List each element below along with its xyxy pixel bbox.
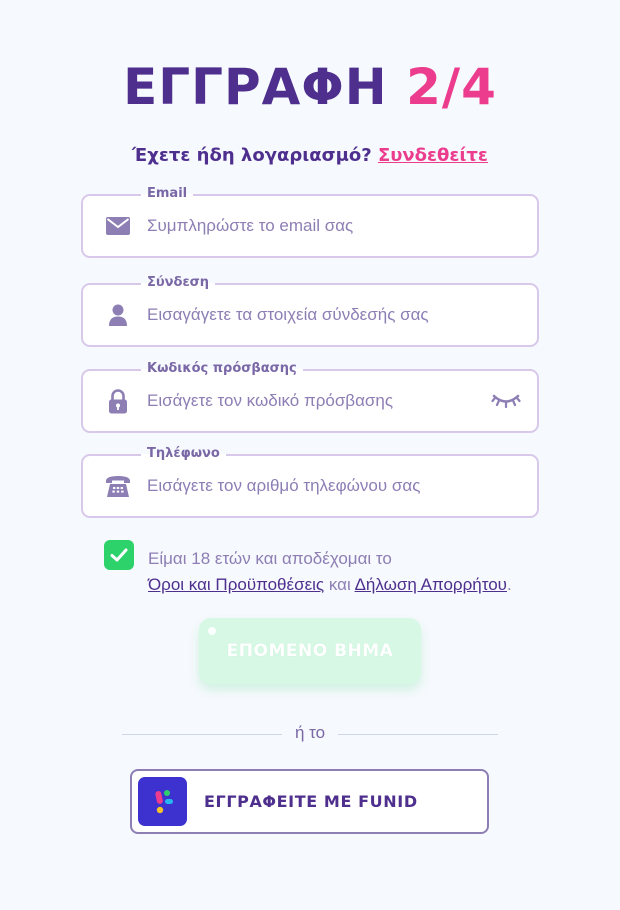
title-text: ΕΓΓΡΑΦΗ — [123, 58, 388, 116]
funid-signup-button[interactable]: ΕΓΓΡΑΦΕΙΤΕ ΜΕ FUNID — [130, 769, 489, 834]
funid-signup-label: ΕΓΓΡΑΦΕΙΤΕ ΜΕ FUNID — [204, 792, 418, 811]
checkmark-icon — [110, 548, 128, 562]
or-label: ή το — [294, 723, 326, 742]
password-field[interactable]: Κωδικός πρόσβασης — [81, 359, 539, 433]
step-indicator: 2/4 — [406, 58, 497, 116]
privacy-link[interactable]: Δήλωση Απορρήτου — [355, 575, 507, 594]
user-icon — [105, 302, 131, 328]
username-input[interactable] — [147, 285, 477, 345]
lock-icon — [105, 388, 131, 414]
button-shine — [208, 627, 216, 635]
next-step-button[interactable]: ΕΠΟΜΕΝΟ ΒΗΜΑ — [199, 618, 421, 684]
page-title: ΕΓΓΡΑΦΗ 2/4 — [0, 58, 620, 116]
next-step-label: ΕΠΟΜΕΝΟ ΒΗΜΑ — [226, 641, 394, 661]
terms-checkbox[interactable] — [104, 540, 134, 570]
terms-and: και — [328, 575, 351, 594]
terms-intro: Είμαι 18 ετών και αποδέχομαι το — [148, 549, 392, 568]
telephone-icon — [105, 473, 131, 499]
terms-text: Είμαι 18 ετών και αποδέχομαι το Όροι και… — [148, 546, 548, 598]
or-divider: ή το — [122, 722, 498, 746]
terms-period: . — [506, 575, 512, 594]
phone-input[interactable] — [147, 456, 477, 516]
login-link[interactable]: Συνδεθείτε — [378, 145, 488, 166]
phone-field[interactable]: Τηλέφωνο — [81, 444, 539, 518]
email-field[interactable]: Email — [81, 184, 539, 258]
funid-logo-icon — [138, 777, 187, 826]
envelope-icon — [105, 213, 131, 239]
email-input[interactable] — [147, 196, 477, 256]
login-prompt-text: Έχετε ήδη λογαριασμό? — [132, 145, 372, 166]
login-prompt: Έχετε ήδη λογαριασμό? Συνδεθείτε — [0, 145, 620, 166]
username-field[interactable]: Σύνδεση — [81, 273, 539, 347]
terms-link[interactable]: Όροι και Προϋποθέσεις — [148, 575, 324, 594]
password-input[interactable] — [147, 371, 477, 431]
eye-closed-icon[interactable] — [491, 392, 521, 410]
